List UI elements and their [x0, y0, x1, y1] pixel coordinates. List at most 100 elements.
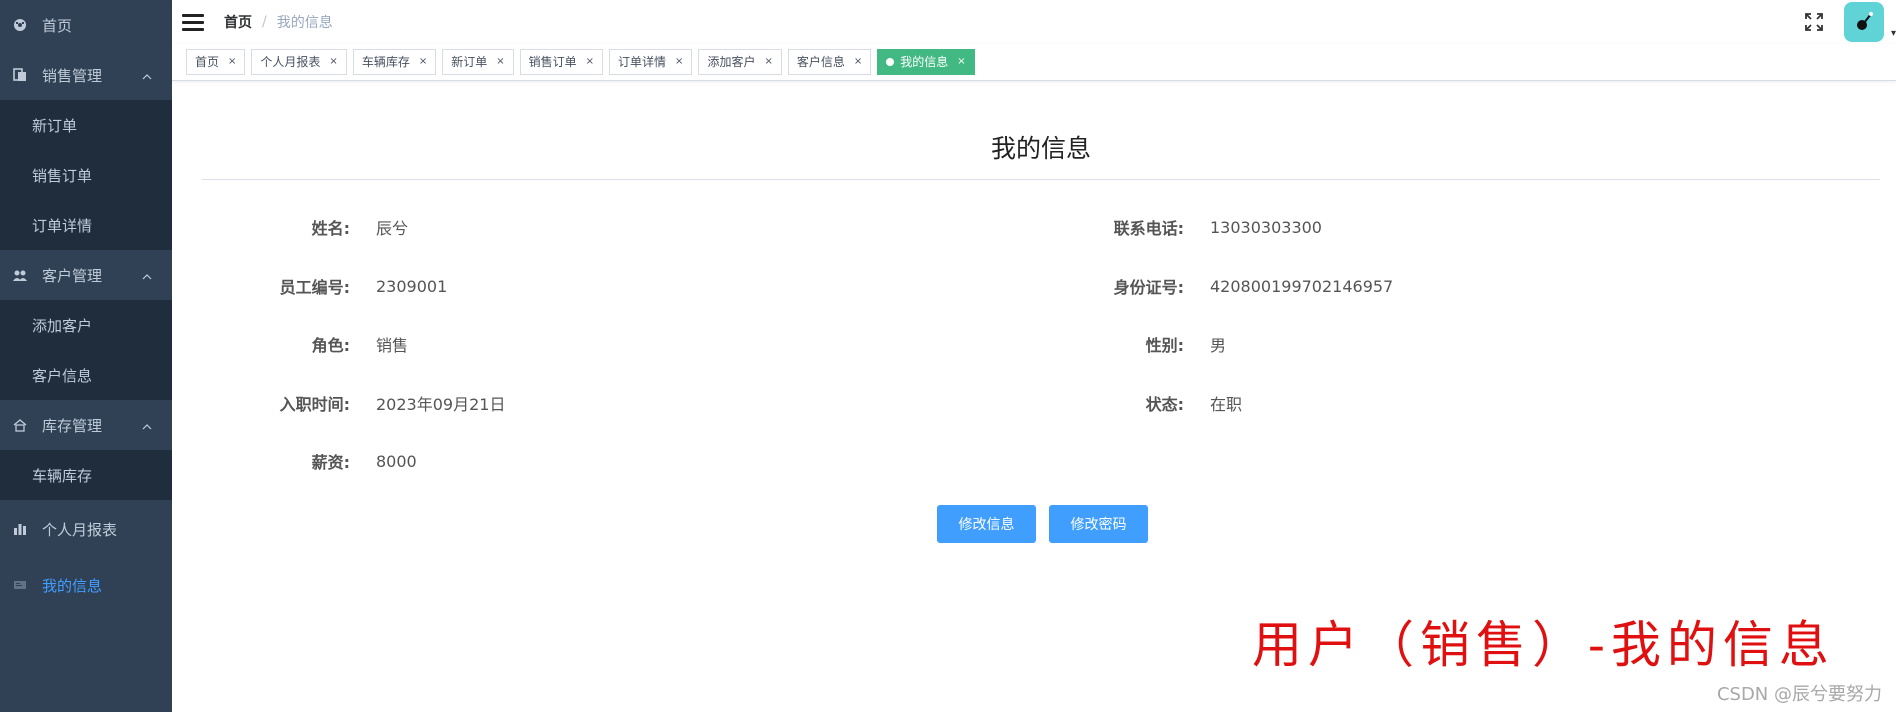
dashboard-icon	[12, 17, 28, 33]
hamburger-icon[interactable]	[182, 13, 204, 31]
tag-home[interactable]: 首页 ×	[186, 49, 246, 75]
chevron-up-icon	[142, 266, 152, 284]
watermark: CSDN @辰兮要努力	[1716, 684, 1882, 705]
tag-order-details[interactable]: 订单详情 ×	[609, 49, 693, 75]
tag-my-info[interactable]: 我的信息 ×	[877, 49, 975, 75]
sidebar-item-home[interactable]: 首页	[0, 0, 172, 50]
field-employee-no: 员工编号: 2309001	[210, 274, 448, 298]
sidebar-group-sales[interactable]: 销售管理	[0, 50, 172, 100]
sidebar-item-my-info[interactable]: 我的信息	[0, 560, 172, 610]
sidebar-item-label: 销售订单	[32, 166, 93, 185]
close-icon[interactable]: ×	[764, 50, 772, 74]
tag-vehicle-stock[interactable]: 车辆库存 ×	[352, 49, 437, 75]
field-role: 角色: 销售	[210, 332, 408, 356]
sidebar-item-customer-info[interactable]: 客户信息	[0, 350, 172, 400]
tags-view: 首页 × 个人月报表 × 车辆库存 × 新订单 × 销售订单 × 订单详情 × 添加客户 × …	[172, 44, 1896, 81]
field-label: 薪资:	[311, 453, 350, 472]
tag-label: 销售订单	[528, 55, 577, 69]
close-icon[interactable]: ×	[228, 50, 236, 74]
close-icon[interactable]: ×	[586, 50, 594, 74]
field-value: 在职	[1210, 395, 1243, 414]
field-phone: 联系电话: 13030303300	[1044, 215, 1322, 239]
close-icon[interactable]: ×	[854, 50, 862, 74]
sidebar-item-monthly-report[interactable]: 个人月报表	[0, 504, 172, 554]
field-label: 性别:	[1145, 336, 1184, 355]
close-icon[interactable]: ×	[496, 50, 504, 74]
field-value: 男	[1210, 336, 1227, 355]
id-card-icon	[12, 577, 28, 593]
field-value: 2309001	[376, 276, 448, 296]
sidebar-item-label: 订单详情	[32, 216, 93, 235]
sidebar-item-label: 车辆库存	[32, 466, 93, 485]
field-name: 姓名: 辰兮	[210, 215, 408, 239]
breadcrumb-home[interactable]: 首页	[224, 12, 252, 32]
field-value: 420800199702146957	[1210, 276, 1394, 296]
avatar[interactable]	[1844, 2, 1884, 42]
breadcrumb: 首页 / 我的信息	[224, 12, 333, 32]
avatar-image	[1857, 12, 1873, 30]
sidebar: 首页 销售管理 新订单 销售订单 订单详情 客户管理 添加客户 客户信息 库存管…	[0, 0, 172, 712]
caption-annotation: 用户（销售）-我的信息	[1252, 616, 1835, 674]
sidebar-item-vehicle-stock[interactable]: 车辆库存	[0, 450, 172, 500]
fullscreen-icon[interactable]	[1804, 12, 1824, 32]
field-hire-date: 入职时间: 2023年09月21日	[210, 391, 506, 415]
sidebar-group-customers[interactable]: 客户管理	[0, 250, 172, 300]
tag-add-customer[interactable]: 添加客户 ×	[698, 49, 782, 75]
sidebar-item-order-details[interactable]: 订单详情	[0, 200, 172, 250]
field-value: 辰兮	[376, 219, 409, 238]
field-label: 姓名:	[311, 219, 350, 238]
chevron-up-icon	[142, 66, 152, 84]
tag-label: 订单详情	[618, 55, 667, 69]
edit-password-button[interactable]: 修改密码	[1049, 505, 1148, 543]
sidebar-item-label: 我的信息	[42, 576, 103, 595]
navbar: 首页 / 我的信息 ▾	[172, 0, 1896, 44]
breadcrumb-current: 我的信息	[276, 15, 333, 31]
field-value: 2023年09月21日	[376, 395, 506, 414]
sidebar-item-label: 首页	[42, 16, 73, 35]
sidebar-group-label: 销售管理	[42, 66, 103, 85]
close-icon[interactable]: ×	[957, 50, 965, 74]
field-label: 状态:	[1145, 395, 1184, 414]
field-label: 角色:	[311, 336, 350, 355]
close-icon[interactable]: ×	[675, 50, 683, 74]
tag-new-order[interactable]: 新订单 ×	[442, 49, 514, 75]
tag-customer-info[interactable]: 客户信息 ×	[787, 49, 872, 75]
field-value: 销售	[376, 336, 409, 355]
sidebar-item-label: 个人月报表	[42, 520, 118, 539]
sidebar-item-label: 添加客户	[32, 316, 93, 335]
tag-sales-orders[interactable]: 销售订单 ×	[519, 49, 604, 75]
sidebar-item-label: 新订单	[32, 116, 78, 135]
sidebar-item-sales-orders[interactable]: 销售订单	[0, 150, 172, 200]
tag-label: 客户信息	[796, 55, 845, 69]
tag-label: 添加客户	[707, 55, 756, 69]
bar-chart-icon	[12, 521, 28, 537]
sidebar-item-add-customer[interactable]: 添加客户	[0, 300, 172, 350]
caret-down-icon[interactable]: ▾	[1891, 28, 1896, 39]
field-gender: 性别: 男	[1044, 332, 1226, 356]
field-salary: 薪资: 8000	[210, 449, 417, 473]
tag-monthly-report[interactable]: 个人月报表 ×	[251, 49, 347, 75]
users-icon	[12, 267, 28, 283]
sidebar-group-label: 库存管理	[42, 416, 103, 435]
field-value: 13030303300	[1210, 217, 1322, 237]
tag-label: 我的信息	[900, 55, 949, 69]
home-icon	[12, 417, 28, 433]
field-label: 入职时间:	[279, 395, 350, 414]
field-label: 联系电话:	[1113, 219, 1184, 238]
tag-label: 首页	[195, 55, 220, 69]
field-label: 员工编号:	[279, 278, 350, 297]
field-label: 身份证号:	[1113, 278, 1184, 297]
close-icon[interactable]: ×	[329, 50, 337, 74]
field-id-number: 身份证号: 420800199702146957	[1044, 274, 1394, 298]
sidebar-group-inventory[interactable]: 库存管理	[0, 400, 172, 450]
sidebar-item-label: 客户信息	[32, 366, 93, 385]
sidebar-item-new-order[interactable]: 新订单	[0, 100, 172, 150]
close-icon[interactable]: ×	[419, 50, 427, 74]
page-title: 我的信息	[202, 129, 1880, 180]
clipboard-icon	[12, 67, 28, 83]
edit-info-button[interactable]: 修改信息	[937, 505, 1036, 543]
chevron-up-icon	[142, 416, 152, 434]
field-value: 8000	[376, 451, 417, 471]
breadcrumb-separator: /	[262, 14, 267, 30]
tag-label: 个人月报表	[260, 55, 321, 69]
